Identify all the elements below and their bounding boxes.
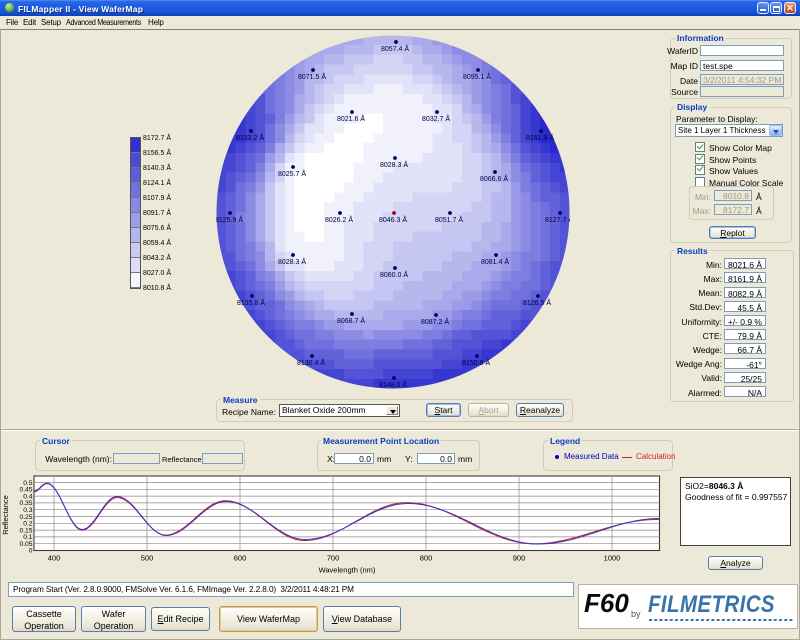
svg-text:700: 700 <box>327 554 340 563</box>
svg-text:8032.7 Å: 8032.7 Å <box>422 114 450 123</box>
svg-text:8130.4 Å: 8130.4 Å <box>297 358 325 367</box>
svg-text:8025.7 Å: 8025.7 Å <box>278 169 306 178</box>
svg-text:1000: 1000 <box>604 554 621 563</box>
svg-text:8161.9 Å: 8161.9 Å <box>526 133 554 142</box>
svg-text:8021.6 Å: 8021.6 Å <box>337 114 365 123</box>
svg-text:900: 900 <box>513 554 526 563</box>
svg-text:8135.8 Å: 8135.8 Å <box>237 298 265 307</box>
svg-text:8057.4 Å: 8057.4 Å <box>381 44 409 53</box>
svg-text:8060.0 Å: 8060.0 Å <box>380 270 408 279</box>
svg-text:8125.9 Å: 8125.9 Å <box>216 215 243 224</box>
svg-text:8068.7 Å: 8068.7 Å <box>337 316 365 325</box>
svg-text:8071.5 Å: 8071.5 Å <box>298 72 326 81</box>
svg-text:8028.3 Å: 8028.3 Å <box>380 160 408 169</box>
svg-text:8087.2 Å: 8087.2 Å <box>421 317 449 326</box>
svg-text:8046.3 Å: 8046.3 Å <box>379 215 407 224</box>
svg-text:8028.3 Å: 8028.3 Å <box>278 257 306 266</box>
svg-text:8026.2 Å: 8026.2 Å <box>325 215 353 224</box>
svg-text:8066.6 Å: 8066.6 Å <box>480 174 508 183</box>
svg-text:8148.0 Å: 8148.0 Å <box>379 380 407 389</box>
svg-text:8150.9 Å: 8150.9 Å <box>462 358 490 367</box>
svg-text:600: 600 <box>234 554 247 563</box>
svg-text:8051.7 Å: 8051.7 Å <box>435 215 463 224</box>
svg-text:Reflectance: Reflectance <box>1 495 10 535</box>
svg-text:8081.4 Å: 8081.4 Å <box>481 257 509 266</box>
svg-text:Wavelength (nm): Wavelength (nm) <box>319 566 376 575</box>
svg-text:800: 800 <box>420 554 433 563</box>
svg-text:500: 500 <box>141 554 154 563</box>
svg-text:0: 0 <box>29 548 33 555</box>
svg-text:8127.7 Å: 8127.7 Å <box>545 215 570 224</box>
svg-text:8126.5 Å: 8126.5 Å <box>523 298 551 307</box>
svg-text:8153.2 Å: 8153.2 Å <box>236 133 264 142</box>
svg-text:8095.1 Å: 8095.1 Å <box>463 72 491 81</box>
svg-text:400: 400 <box>48 554 61 563</box>
